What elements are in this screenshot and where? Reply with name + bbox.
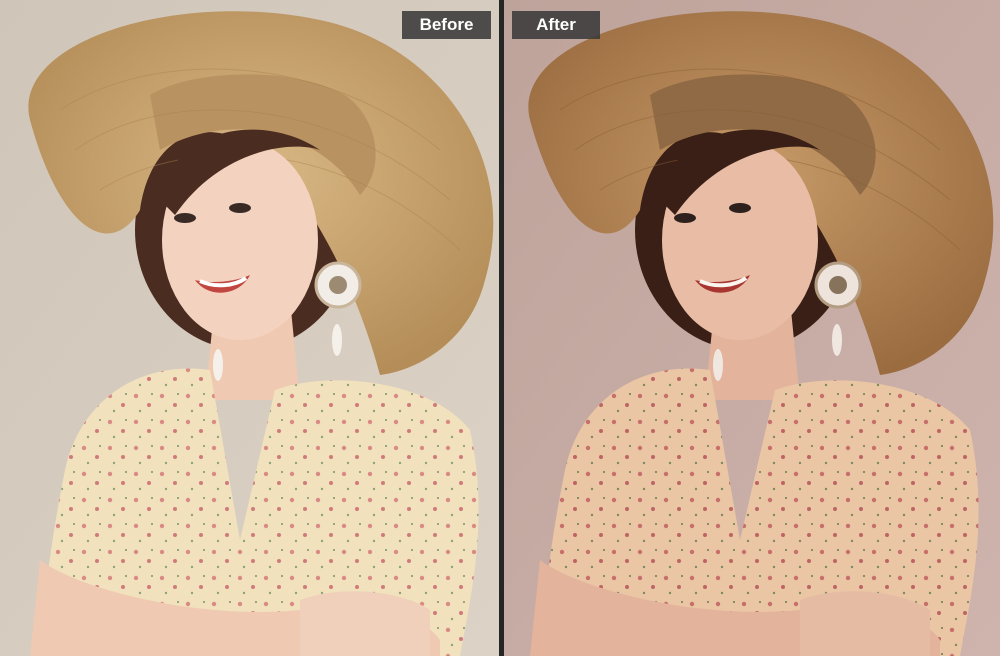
before-photo	[0, 0, 499, 656]
before-after-viewer: Before After	[0, 0, 1000, 656]
after-photo	[504, 0, 1000, 656]
after-image-pane	[504, 0, 1000, 656]
before-image-pane	[0, 0, 499, 656]
after-label: After	[512, 11, 600, 39]
before-label: Before	[402, 11, 491, 39]
